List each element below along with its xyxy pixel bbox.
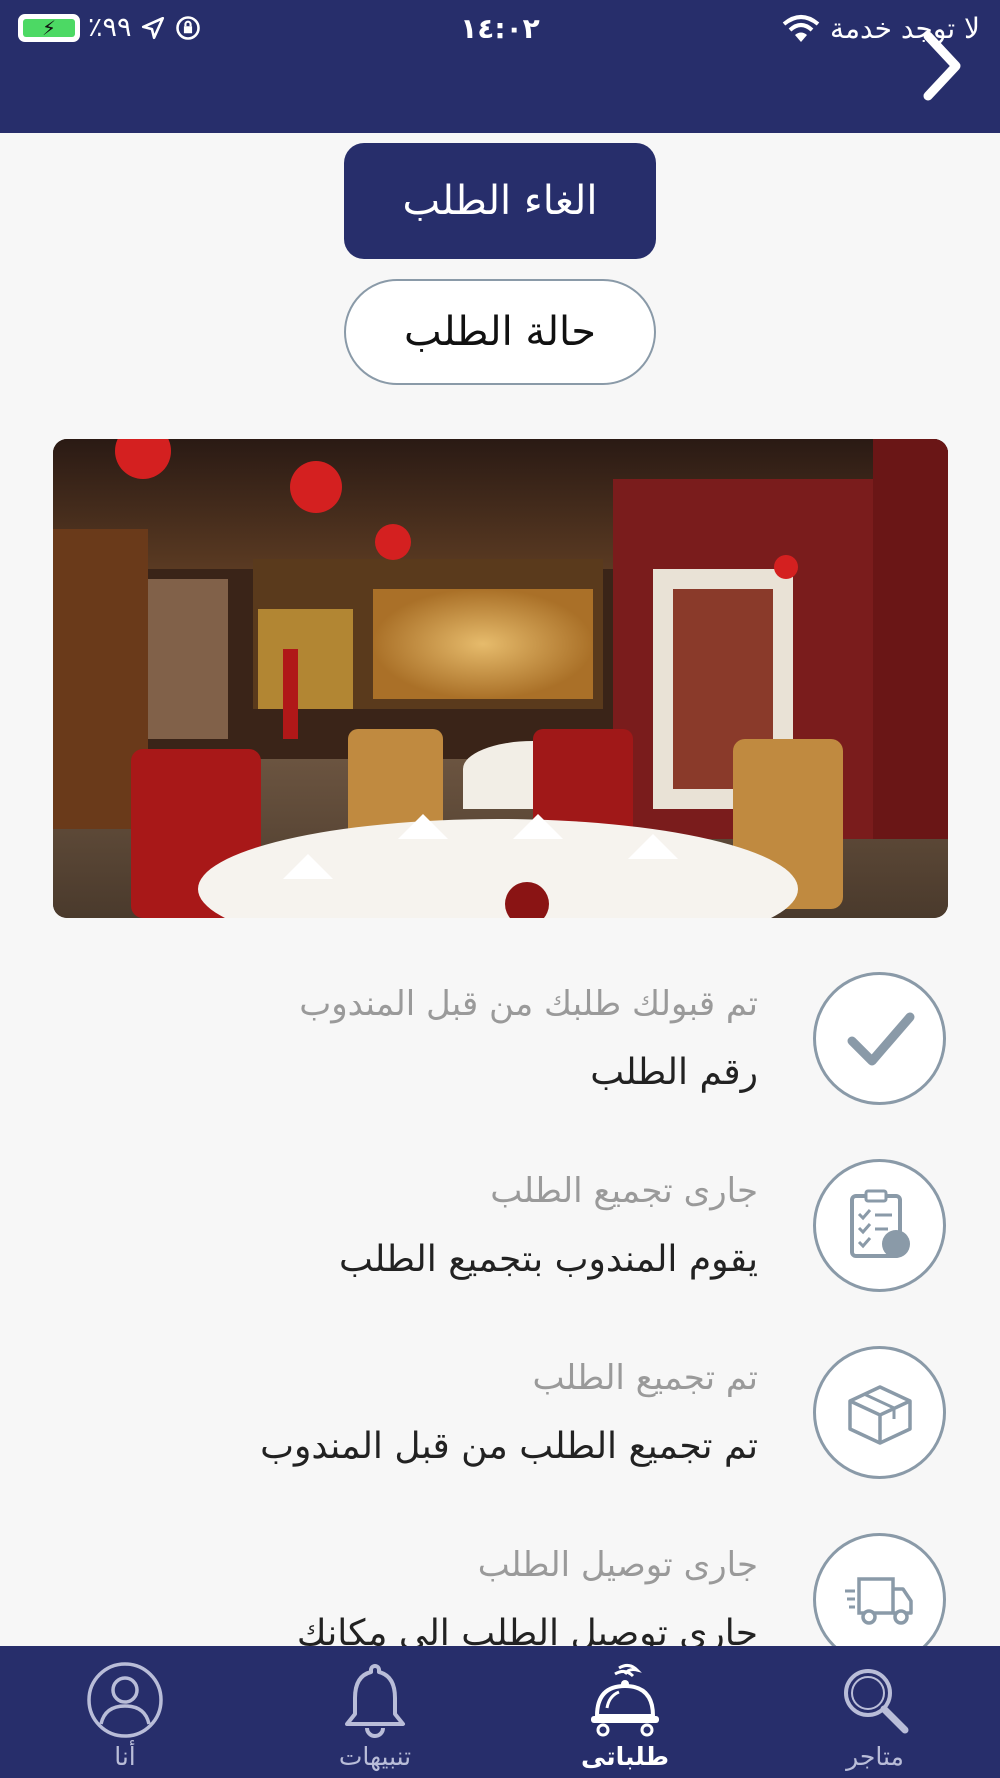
- step-title: جارى تجميع الطلب: [490, 1171, 758, 1211]
- tab-label: تنبيهات: [338, 1742, 412, 1771]
- step-description: رقم الطلب: [590, 1052, 758, 1093]
- profile-icon: [87, 1662, 163, 1738]
- wifi-icon: [782, 14, 820, 42]
- cancel-order-button[interactable]: الغاء الطلب: [344, 143, 656, 259]
- app-header: ⚡ ٪٩٩ ١٤:٠٢ لا توجد خدمة: [0, 0, 1000, 133]
- step-description: يقوم المندوب بتجميع الطلب: [339, 1239, 758, 1280]
- restaurant-image: [53, 439, 948, 918]
- tab-notifications[interactable]: تنبيهات: [250, 1646, 500, 1778]
- check-icon: [813, 972, 946, 1105]
- search-icon: [844, 1669, 909, 1734]
- food-cloche-icon: [591, 1663, 659, 1737]
- tab-stores[interactable]: متاجر: [750, 1646, 1000, 1778]
- tab-label: متاجر: [846, 1742, 904, 1771]
- back-chevron-icon[interactable]: [910, 28, 970, 104]
- tab-my-orders[interactable]: طلباتى: [500, 1646, 750, 1778]
- box-icon: [813, 1346, 946, 1479]
- bottom-tab-bar: متاجر طلباتى تنبيهات أنا: [0, 1646, 1000, 1778]
- step-description: تم تجميع الطلب من قبل المندوب: [260, 1426, 758, 1467]
- order-status-button[interactable]: حالة الطلب: [344, 279, 656, 385]
- step-title: جارى توصيل الطلب: [477, 1545, 758, 1585]
- tab-label: أنا: [114, 1742, 136, 1771]
- tab-label: طلباتى: [580, 1742, 670, 1771]
- step-title: تم تجميع الطلب: [532, 1358, 758, 1398]
- status-bar: ⚡ ٪٩٩ ١٤:٠٢ لا توجد خدمة: [0, 0, 1000, 56]
- tab-profile[interactable]: أنا: [0, 1646, 250, 1778]
- bell-icon: [345, 1664, 405, 1738]
- step-title: تم قبولك طلبك من قبل المندوب: [299, 984, 758, 1024]
- checklist-icon: [813, 1159, 946, 1292]
